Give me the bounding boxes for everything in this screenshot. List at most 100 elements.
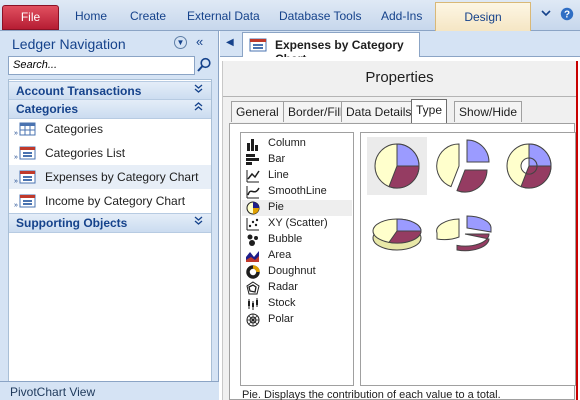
svg-text:»: » bbox=[14, 130, 18, 136]
nav-item-label: Categories List bbox=[45, 146, 126, 160]
chart-type-label: Pie bbox=[268, 201, 284, 213]
chevron-down-icon[interactable] bbox=[194, 84, 203, 97]
navigation-pane: Ledger Navigation ▼ « Search... Account … bbox=[0, 31, 219, 400]
group-categories[interactable]: Categories bbox=[9, 99, 211, 119]
search-input[interactable]: Search... bbox=[8, 56, 195, 75]
form-icon: » bbox=[14, 146, 36, 160]
chart-type-line[interactable]: Line bbox=[242, 168, 352, 184]
chart-type-label: Area bbox=[268, 249, 292, 261]
nav-item-categories-list[interactable]: » Categories List bbox=[9, 141, 211, 165]
svg-text:»: » bbox=[14, 178, 18, 184]
tab-create[interactable]: Create bbox=[130, 9, 166, 23]
document-tab[interactable]: Expenses by Category Chart bbox=[242, 32, 420, 66]
chart-type-scatter[interactable]: XY (Scatter) bbox=[242, 216, 352, 232]
nav-item-categories-table[interactable]: » Categories bbox=[9, 117, 211, 141]
divider bbox=[223, 96, 576, 97]
chart-type-bar[interactable]: Bar bbox=[242, 152, 352, 168]
chart-type-stock[interactable]: Stock bbox=[242, 296, 352, 312]
chart-type-label: Stock bbox=[268, 297, 296, 309]
subtype-doughnut-pie[interactable] bbox=[499, 137, 559, 195]
file-tab[interactable]: File bbox=[2, 5, 59, 30]
nav-item-expenses-chart[interactable]: » Expenses by Category Chart bbox=[9, 165, 211, 189]
chart-type-label: Radar bbox=[268, 281, 298, 293]
pie-with-hole-subtype-icon bbox=[506, 143, 552, 189]
form-icon bbox=[249, 38, 267, 52]
chart-type-bubble[interactable]: Bubble bbox=[242, 232, 352, 248]
tab-design[interactable]: Design bbox=[435, 2, 531, 31]
chart-type-list: Column Bar Line SmoothLine Pie XY (Scatt… bbox=[240, 132, 354, 386]
tab-add-ins[interactable]: Add-Ins bbox=[381, 9, 422, 23]
pie-subtype-icon bbox=[374, 143, 420, 189]
tab-type[interactable]: Type bbox=[411, 99, 448, 123]
nav-menu-dropdown-icon[interactable]: ▼ bbox=[174, 36, 187, 49]
line-chart-icon bbox=[246, 170, 260, 183]
tab-home[interactable]: Home bbox=[75, 9, 107, 23]
tab-border-fill[interactable]: Border/Fill bbox=[283, 101, 348, 122]
scatter-chart-icon bbox=[246, 218, 259, 231]
chart-type-radar[interactable]: Radar bbox=[242, 280, 352, 296]
chart-type-pie[interactable]: Pie bbox=[242, 200, 352, 216]
chart-type-column[interactable]: Column bbox=[242, 136, 352, 152]
type-tab-content: Column Bar Line SmoothLine Pie XY (Scatt… bbox=[229, 123, 576, 400]
chart-type-polar[interactable]: Polar bbox=[242, 312, 352, 328]
chart-type-doughnut[interactable]: Doughnut bbox=[242, 264, 352, 280]
3d-exploded-pie-subtype-icon bbox=[436, 215, 492, 252]
chart-type-label: Polar bbox=[268, 313, 294, 325]
nav-header: Ledger Navigation ▼ « bbox=[0, 31, 219, 56]
exploded-pie-subtype-icon bbox=[436, 139, 490, 193]
chart-type-label: Column bbox=[268, 137, 306, 149]
svg-text:»: » bbox=[14, 202, 18, 208]
chevron-up-icon[interactable] bbox=[194, 102, 203, 115]
tab-data-details[interactable]: Data Details bbox=[341, 101, 417, 122]
scroll-left-icon[interactable]: ◀ bbox=[226, 37, 234, 48]
ribbon-tab-bar: File Home Create External Data Database … bbox=[0, 0, 580, 31]
minimize-ribbon-icon[interactable] bbox=[540, 7, 552, 22]
bar-chart-icon bbox=[246, 154, 259, 165]
status-bar: PivotChart View bbox=[0, 381, 219, 400]
chart-subtype-gallery bbox=[360, 132, 576, 386]
stock-chart-icon bbox=[248, 298, 258, 310]
chart-type-label: Bubble bbox=[268, 233, 303, 245]
area-chart-icon bbox=[246, 251, 259, 262]
nav-item-label: Income by Category Chart bbox=[45, 194, 186, 208]
tab-database-tools[interactable]: Database Tools bbox=[279, 9, 362, 23]
tab-external-data[interactable]: External Data bbox=[187, 9, 260, 23]
chart-type-area[interactable]: Area bbox=[242, 248, 352, 264]
svg-text:»: » bbox=[14, 154, 18, 160]
nav-item-label: Expenses by Category Chart bbox=[45, 170, 199, 184]
nav-title[interactable]: Ledger Navigation bbox=[12, 36, 126, 52]
help-icon[interactable]: ? bbox=[560, 7, 574, 24]
chart-type-smoothline[interactable]: SmoothLine bbox=[242, 184, 352, 200]
chart-type-label: Bar bbox=[268, 153, 286, 165]
chart-type-label: SmoothLine bbox=[268, 185, 327, 197]
tab-show-hide[interactable]: Show/Hide bbox=[454, 101, 523, 122]
subtype-3d-pie[interactable] bbox=[367, 201, 427, 259]
column-chart-icon bbox=[247, 139, 258, 151]
properties-panel: Properties General Border/Fill Data Deta… bbox=[222, 61, 578, 400]
3d-pie-subtype-icon bbox=[372, 218, 422, 251]
svg-text:?: ? bbox=[564, 10, 570, 21]
doughnut-chart-icon bbox=[246, 265, 260, 279]
subtype-3d-exploded-pie[interactable] bbox=[433, 201, 493, 259]
document-tab-bar: ◀ Expenses by Category Chart bbox=[220, 31, 580, 66]
polar-chart-icon bbox=[246, 313, 260, 327]
shutter-bar-close-icon[interactable]: « bbox=[196, 34, 203, 49]
subtype-pie[interactable] bbox=[367, 137, 427, 195]
pie-chart-icon bbox=[246, 201, 260, 215]
nav-item-income-chart[interactable]: » Income by Category Chart bbox=[9, 189, 211, 213]
group-label: Categories bbox=[16, 102, 79, 116]
view-status-text: PivotChart View bbox=[10, 385, 96, 399]
tab-general[interactable]: General bbox=[231, 101, 284, 122]
chevron-down-icon[interactable] bbox=[194, 216, 203, 229]
form-icon: » bbox=[14, 194, 36, 208]
subtype-exploded-pie[interactable] bbox=[433, 137, 493, 195]
chart-type-description: Pie. Displays the contribution of each v… bbox=[242, 389, 501, 400]
group-supporting-objects[interactable]: Supporting Objects bbox=[9, 213, 211, 233]
search-icon[interactable] bbox=[196, 57, 212, 73]
group-label: Account Transactions bbox=[16, 84, 142, 98]
form-icon: » bbox=[14, 170, 36, 184]
document-area: Properties General Border/Fill Data Deta… bbox=[220, 57, 580, 400]
group-account-transactions[interactable]: Account Transactions bbox=[9, 81, 211, 101]
nav-item-label: Categories bbox=[45, 122, 104, 136]
smoothline-chart-icon bbox=[246, 186, 260, 199]
